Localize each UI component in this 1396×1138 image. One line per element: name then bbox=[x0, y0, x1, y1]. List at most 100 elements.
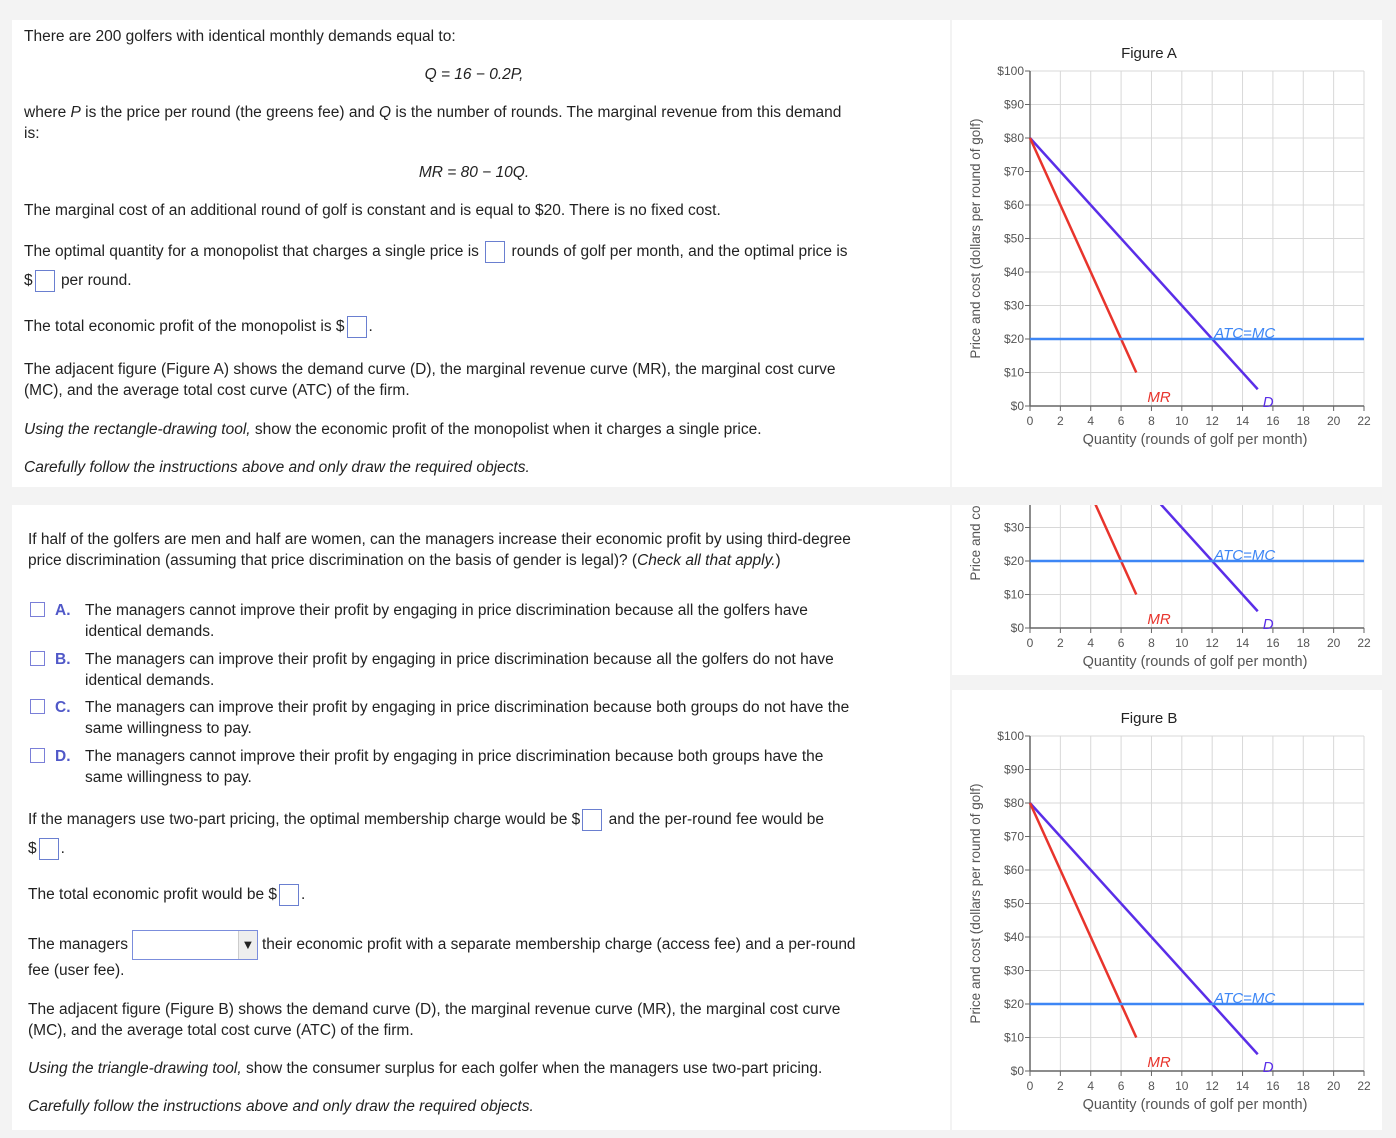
checkbox-option-d[interactable] bbox=[30, 748, 45, 763]
y-tick-label: $40 bbox=[1004, 930, 1024, 944]
y-tick-label: $50 bbox=[1004, 232, 1024, 246]
x-tick-label: 2 bbox=[1057, 1079, 1064, 1093]
x-tick-label: 0 bbox=[1027, 1079, 1034, 1093]
y-tick-label: $90 bbox=[1004, 763, 1024, 777]
series-label: ATC=MC bbox=[1213, 990, 1275, 1007]
series-line-mr bbox=[1028, 137, 1138, 374]
y-tick-label: $0 bbox=[1011, 1064, 1025, 1078]
series-label: MR bbox=[1147, 611, 1170, 628]
managers-text-2: fee (user fee). bbox=[28, 962, 125, 979]
optimal-price-input[interactable] bbox=[34, 270, 55, 292]
y-tick-label: $80 bbox=[1004, 131, 1024, 145]
x-tick-label: 12 bbox=[1206, 1079, 1220, 1093]
question-text: If half of the golfers are men and half … bbox=[28, 531, 851, 548]
x-tick-label: 4 bbox=[1087, 414, 1094, 428]
two-part-text: If the managers use two-part pricing, th… bbox=[28, 809, 824, 831]
y-tick-label: $10 bbox=[1004, 588, 1024, 602]
managers-text: The managers ▼ their economic profit with … bbox=[28, 930, 856, 960]
figure-b-desc-2: (MC), and the average total cost curve (… bbox=[28, 1022, 414, 1039]
profit-input[interactable] bbox=[346, 316, 367, 338]
y-axis-label: Price and cost (dollars per round of gol… bbox=[968, 783, 983, 1023]
x-axis-label: Quantity (rounds of golf per month) bbox=[1083, 432, 1308, 448]
x-tick-label: 0 bbox=[1027, 414, 1034, 428]
mc-text: The marginal cost of an additional round… bbox=[24, 202, 721, 219]
x-tick-label: 6 bbox=[1118, 414, 1125, 428]
y-tick-label: $60 bbox=[1004, 198, 1024, 212]
checkbox-option-c[interactable] bbox=[30, 699, 45, 714]
y-tick-label: $10 bbox=[1004, 1031, 1024, 1045]
x-tick-label: 4 bbox=[1087, 1079, 1094, 1093]
option-text: The managers cannot improve their profit… bbox=[85, 748, 824, 765]
dropdown-arrow-icon[interactable]: ▼ bbox=[237, 931, 257, 959]
x-tick-label: 6 bbox=[1118, 1079, 1125, 1093]
y-tick-label: $70 bbox=[1004, 165, 1024, 179]
x-tick-label: 18 bbox=[1297, 414, 1311, 428]
figure-a-chart-scrolled[interactable]: 0246810121416182022$0$10$20$30$40$50$60$… bbox=[952, 505, 1382, 673]
where-text-cont: is: bbox=[24, 125, 40, 142]
optimal-price-text: $ per round. bbox=[24, 270, 132, 292]
checkbox-option-b[interactable] bbox=[30, 651, 45, 666]
checkbox-option-a[interactable] bbox=[30, 602, 45, 617]
total-profit-input[interactable] bbox=[279, 884, 299, 906]
y-tick-label: $100 bbox=[997, 729, 1024, 743]
careful-note-1: Carefully follow the instructions above … bbox=[24, 459, 530, 476]
careful-note-2: Carefully follow the instructions above … bbox=[28, 1098, 534, 1115]
series-label: D bbox=[1263, 616, 1274, 633]
profit-text: The total economic profit of the monopol… bbox=[24, 316, 373, 338]
y-tick-label: $30 bbox=[1004, 964, 1024, 978]
y-tick-label: $20 bbox=[1004, 332, 1024, 346]
y-tick-label: $50 bbox=[1004, 897, 1024, 911]
x-tick-label: 16 bbox=[1266, 1079, 1280, 1093]
series-label: ATC=MC bbox=[1213, 547, 1275, 564]
x-tick-label: 14 bbox=[1236, 636, 1250, 650]
x-tick-label: 22 bbox=[1357, 414, 1371, 428]
x-axis-label: Quantity (rounds of golf per month) bbox=[1083, 1097, 1308, 1113]
chart-title: Figure B bbox=[1121, 710, 1178, 727]
option-text-cont: identical demands. bbox=[85, 623, 215, 640]
y-tick-label: $100 bbox=[997, 64, 1024, 78]
y-tick-label: $80 bbox=[1004, 796, 1024, 810]
x-tick-label: 10 bbox=[1175, 1079, 1189, 1093]
y-tick-label: $70 bbox=[1004, 830, 1024, 844]
figure-a-chart[interactable]: 0 2 4 6 8 10 12 14 16 18 20 22 $0 $10 $20 $30 $40 $50 $60 $… bbox=[952, 20, 1382, 487]
per-round-fee-input[interactable] bbox=[38, 838, 59, 860]
series-label: D bbox=[1263, 1059, 1274, 1076]
managers-dropdown[interactable]: ▼ bbox=[131, 930, 258, 960]
option-letter: C. bbox=[55, 699, 71, 716]
x-tick-label: 8 bbox=[1148, 1079, 1155, 1093]
option-letter: A. bbox=[55, 602, 71, 619]
per-round-text: $. bbox=[28, 838, 65, 860]
chart-title: Figure A bbox=[1121, 45, 1177, 62]
figure-a-desc: The adjacent figure (Figure A) shows the… bbox=[24, 361, 836, 378]
where-text: where P is the price per round (the gree… bbox=[24, 104, 842, 121]
x-tick-label: 16 bbox=[1266, 636, 1280, 650]
total-profit-text: The total economic profit would be $. bbox=[28, 884, 305, 906]
membership-charge-input[interactable] bbox=[582, 809, 603, 831]
y-tick-label: $60 bbox=[1004, 863, 1024, 877]
figure-b-chart[interactable]: 0 2 4 6 8 10 12 14 16 18 20 22 $0 $10 $20 $30 $40 $50 $60 $… bbox=[952, 690, 1382, 1128]
series-line-d bbox=[1029, 137, 1259, 391]
instruction-triangle: Using the triangle-drawing tool, show th… bbox=[28, 1060, 823, 1077]
instruction-rectangle: Using the rectangle-drawing tool, show t… bbox=[24, 421, 762, 438]
x-tick-label: 20 bbox=[1327, 414, 1341, 428]
y-tick-label: $20 bbox=[1004, 554, 1024, 568]
demand-equation-text: Q = 16 − 0.2P, bbox=[424, 66, 524, 83]
x-tick-label: 2 bbox=[1057, 414, 1064, 428]
option-letter: B. bbox=[55, 651, 71, 668]
x-tick-label: 22 bbox=[1357, 1079, 1371, 1093]
x-tick-label: 22 bbox=[1357, 636, 1371, 650]
series-line-mr bbox=[1028, 802, 1138, 1039]
y-tick-label: $10 bbox=[1004, 366, 1024, 380]
optimal-quantity-input[interactable] bbox=[485, 241, 506, 263]
series-label: MR bbox=[1147, 389, 1170, 406]
series-label: D bbox=[1263, 394, 1274, 411]
y-axis-label: Price and cost (dollars per round of gol… bbox=[968, 118, 983, 358]
series-line-mr bbox=[1094, 505, 1138, 596]
y-tick-label: $90 bbox=[1004, 98, 1024, 112]
option-text: The managers cannot improve their profit… bbox=[85, 602, 808, 619]
y-tick-label: $40 bbox=[1004, 265, 1024, 279]
series-line-d bbox=[1029, 802, 1259, 1056]
x-tick-label: 2 bbox=[1057, 636, 1064, 650]
x-tick-label: 8 bbox=[1148, 636, 1155, 650]
question-text-2: price discrimination (assuming that pric… bbox=[28, 552, 781, 569]
